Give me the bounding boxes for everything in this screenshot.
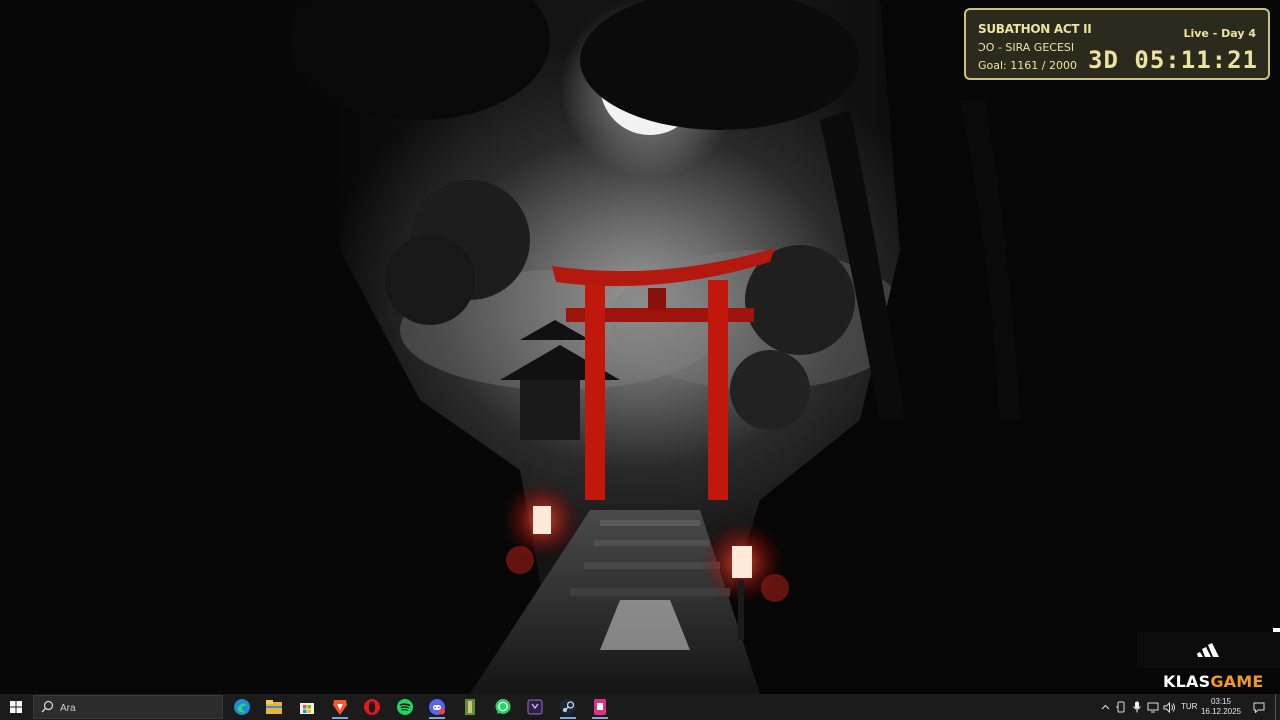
steam-icon[interactable] <box>554 695 582 719</box>
minecraft-launcher-icon[interactable] <box>456 695 484 719</box>
sponsor-brand-text: KLASGAME <box>1163 672 1263 691</box>
start-button[interactable] <box>0 694 32 720</box>
edge-icon[interactable] <box>228 695 256 719</box>
search-input[interactable] <box>58 699 212 717</box>
sponsor-logo-box <box>1137 632 1280 668</box>
network-icon[interactable] <box>1146 694 1160 720</box>
volume-icon[interactable] <box>1161 694 1177 720</box>
opera-icon[interactable] <box>358 695 386 719</box>
subathon-countdown: 3D 05:11:21 <box>1088 46 1258 74</box>
notification-center-icon[interactable] <box>1250 694 1268 720</box>
desktop-wallpaper <box>0 0 1280 694</box>
media-app-icon[interactable] <box>521 695 549 719</box>
discord-icon[interactable] <box>423 695 451 719</box>
torii-night-illustration <box>0 0 1280 694</box>
sponsor-overlay: KLASGAME <box>1137 628 1280 694</box>
clock-date: 16.12.2025 <box>1200 707 1242 716</box>
brand-text-part2: GAME <box>1210 672 1264 691</box>
file-explorer-icon[interactable] <box>260 695 288 719</box>
microsoft-store-icon[interactable] <box>293 695 321 719</box>
subathon-goal: Goal: 1161 / 2000 <box>978 59 1077 72</box>
show-desktop-button[interactable] <box>1275 694 1280 720</box>
subathon-status: Live - Day 4 <box>1183 27 1256 40</box>
language-indicator[interactable]: TUR <box>1181 702 1197 711</box>
taskbar-search[interactable] <box>33 695 223 719</box>
windows-logo-icon <box>10 701 22 713</box>
notes-app-icon[interactable] <box>586 695 614 719</box>
taskbar-clock[interactable]: 03:15 16.12.2025 <box>1198 697 1244 717</box>
adidas-logo-icon <box>1197 643 1219 657</box>
brand-text-part1: KLAS <box>1163 672 1211 691</box>
subathon-title: SUBATHON ACT II <box>978 22 1092 36</box>
whatsapp-icon[interactable] <box>489 695 517 719</box>
spotify-icon[interactable] <box>391 695 419 719</box>
taskbar: TUR 03:15 16.12.2025 <box>0 694 1280 720</box>
chevron-up-icon[interactable] <box>1098 694 1112 720</box>
microphone-icon[interactable] <box>1130 694 1144 720</box>
subathon-marquee-text: ƆO - SIRA GECESI <box>978 41 1075 54</box>
clock-time: 03:15 <box>1210 697 1232 706</box>
device-icon[interactable] <box>1114 694 1128 720</box>
subathon-timer-widget: SUBATHON ACT II Live - Day 4 ƆO - SIRA G… <box>964 8 1270 80</box>
brave-icon[interactable] <box>326 695 354 719</box>
search-icon <box>41 700 54 713</box>
